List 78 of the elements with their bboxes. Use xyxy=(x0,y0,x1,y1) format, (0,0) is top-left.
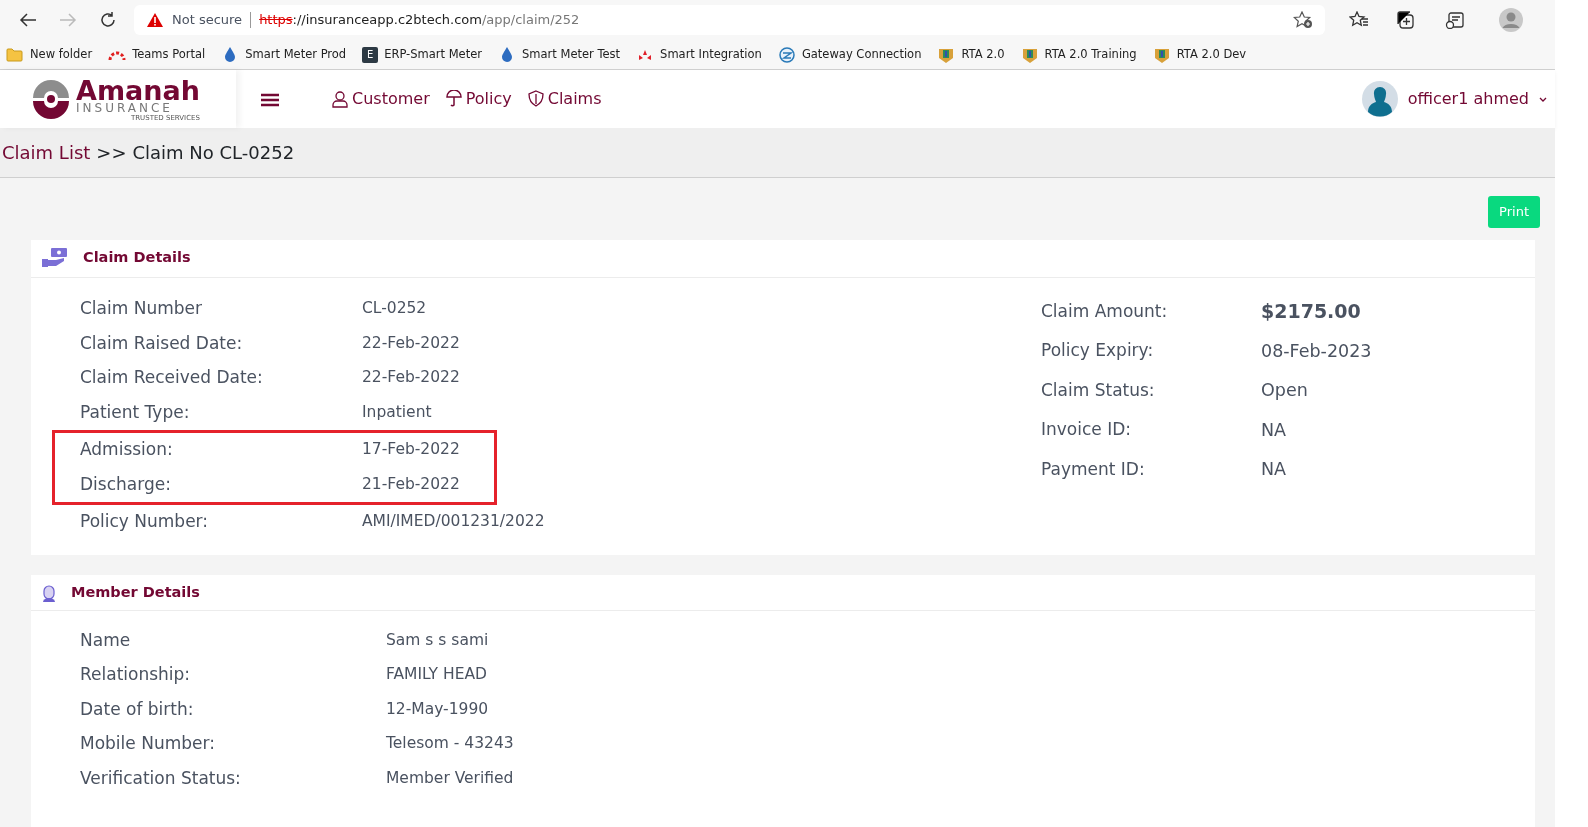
field-label: Invoice ID: xyxy=(1041,418,1132,441)
profile-avatar-icon[interactable] xyxy=(1499,8,1523,32)
nav-link[interactable]: Customer xyxy=(332,87,430,111)
bookmark-link[interactable]: Smart Integration xyxy=(636,45,762,64)
field-value: NA xyxy=(1261,458,1287,482)
field-label: Payment ID: xyxy=(1041,457,1146,481)
letter-icon: E xyxy=(362,46,379,63)
field-label: Claim Status: xyxy=(1041,378,1156,402)
bookmark-link[interactable]: Teams Portal xyxy=(108,45,206,64)
field-label: Discharge: xyxy=(80,472,172,496)
section-title: Claim Details xyxy=(83,248,191,268)
bookmark-link[interactable]: Smart Meter Prod xyxy=(221,45,347,64)
bookmark-link[interactable]: E ERP-Smart Meter xyxy=(362,45,482,64)
warning-icon xyxy=(146,12,164,28)
field-value: 22-Feb-2022 xyxy=(362,332,460,354)
user-menu-button[interactable]: officer1 ahmed xyxy=(1361,81,1547,117)
field-value: FAMILY HEAD xyxy=(386,664,487,686)
person-icon xyxy=(41,583,57,602)
field-value: Inpatient xyxy=(362,401,432,423)
field-label: Claim Raised Date: xyxy=(80,331,244,355)
bookmark-link[interactable]: RTA 2.0 Dev xyxy=(1152,45,1247,64)
forward-arrow-icon xyxy=(59,12,77,28)
field-value: 22-Feb-2022 xyxy=(362,367,460,389)
field-value: 17-Feb-2022 xyxy=(362,439,460,461)
field-value: Telesom - 43243 xyxy=(386,733,514,755)
logo-emblem-icon xyxy=(30,78,72,120)
field-label: Policy Expiry: xyxy=(1041,339,1155,362)
field-value: NA xyxy=(1261,418,1287,442)
field-label: Date of birth: xyxy=(80,697,195,721)
money-hand-icon xyxy=(41,247,69,269)
field-label: Verification Status: xyxy=(80,766,242,790)
bookmark-link[interactable]: RTA 2.0 xyxy=(937,45,1005,64)
nav-link[interactable]: Claims xyxy=(527,87,602,111)
breadcrumb-link[interactable]: Claim List xyxy=(2,139,91,166)
field-value: Open xyxy=(1261,379,1308,403)
breadcrumb-separator: >> xyxy=(96,141,127,165)
logo-subtitle: INSURANCE xyxy=(76,101,174,114)
field-label: Claim Received Date: xyxy=(80,366,264,389)
field-label: Name xyxy=(80,628,132,652)
app-window-icon[interactable] xyxy=(1445,11,1465,29)
back-arrow-icon xyxy=(19,12,37,28)
reload-icon xyxy=(99,11,117,29)
field-value: 12-May-1990 xyxy=(386,698,489,720)
folder-icon xyxy=(6,45,24,64)
field-label: Mobile Number: xyxy=(80,732,216,755)
section-title: Member Details xyxy=(71,582,200,602)
field-value: $2175.00 xyxy=(1261,299,1361,324)
field-value: 08-Feb-2023 xyxy=(1261,339,1372,363)
field-value: CL-0252 xyxy=(362,298,427,320)
bookmark-link[interactable]: Smart Meter Test xyxy=(498,45,621,64)
field-value: Member Verified xyxy=(386,767,514,789)
nav-link[interactable]: Policy xyxy=(445,87,512,111)
logo-name: Amanah xyxy=(76,76,200,104)
field-label: Policy Number: xyxy=(80,510,210,533)
menu-icon xyxy=(260,91,280,108)
breadcrumb-current: Claim No CL-0252 xyxy=(132,141,295,165)
url-text: https://insuranceapp.c2btech.com/app/claim/252 xyxy=(259,11,580,30)
field-label: Claim Number xyxy=(80,297,203,320)
user-avatar-icon xyxy=(1361,81,1398,117)
bookmark-link[interactable]: RTA 2.0 Training xyxy=(1020,45,1137,64)
field-value: Sam s s sami xyxy=(386,629,489,651)
bookmark-link[interactable]: Gateway Connection xyxy=(777,45,922,64)
field-value: 21-Feb-2022 xyxy=(362,473,460,495)
field-label: Relationship: xyxy=(80,663,192,686)
shield-icon xyxy=(527,90,544,108)
person-icon xyxy=(332,90,348,108)
security-label: Not secure xyxy=(172,11,243,30)
field-label: Admission: xyxy=(80,438,174,461)
star-add-icon[interactable] xyxy=(1293,11,1313,29)
bookmark-link[interactable]: New folder xyxy=(6,45,93,64)
address-bar[interactable]: Not secure https://insuranceapp.c2btech.com/app/claim/252 xyxy=(134,5,1325,35)
favorites-icon[interactable] xyxy=(1349,11,1369,29)
field-label: Patient Type: xyxy=(80,400,191,424)
field-value: AMI/IMED/001231/2022 xyxy=(362,511,545,533)
caret-icon xyxy=(1539,95,1547,103)
collections-icon[interactable] xyxy=(1397,11,1417,29)
umbrella-icon xyxy=(445,90,462,108)
field-label: Claim Amount: xyxy=(1041,299,1169,323)
